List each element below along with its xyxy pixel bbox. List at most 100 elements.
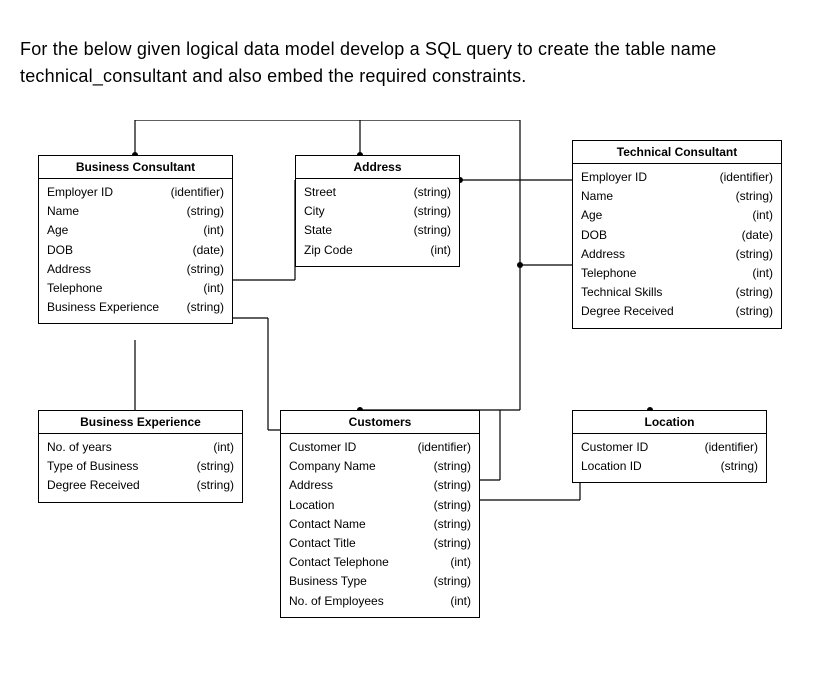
entity-technical-consultant: Technical Consultant Employer ID (identif… — [572, 140, 782, 329]
attr-row: Degree Received (string) — [581, 302, 773, 321]
attr-name: Contact Name — [289, 515, 366, 534]
attr-type: (int) — [203, 221, 224, 240]
attr-type: (date) — [742, 226, 773, 245]
attr-row: Street (string) — [304, 183, 451, 202]
attr-row: Business Type (string) — [289, 572, 471, 591]
attr-name: Employer ID — [581, 168, 647, 187]
attr-name: No. of years — [47, 438, 112, 457]
attr-name: DOB — [47, 241, 73, 260]
question-prompt: For the below given logical data model d… — [20, 36, 802, 90]
attr-type: (string) — [434, 457, 471, 476]
attr-row: Type of Business(string) — [47, 457, 234, 476]
attr-row: Telephone (int) — [581, 264, 773, 283]
attr-type: (string) — [736, 302, 773, 321]
attr-row: No. of years(int) — [47, 438, 234, 457]
attr-type: (identifier) — [720, 168, 773, 187]
attr-type: (int) — [430, 241, 451, 260]
entity-title: Location — [573, 411, 766, 434]
attr-type: (string) — [736, 283, 773, 302]
entity-address: Address Street (string) City(string) Stat… — [295, 155, 460, 267]
attr-row: Contact Telephone (int) — [289, 553, 471, 572]
attr-row: DOB(date) — [47, 241, 224, 260]
attr-type: (string) — [736, 187, 773, 206]
attr-name: Address — [581, 245, 625, 264]
attr-name: Contact Telephone — [289, 553, 389, 572]
entity-customers: Customers Customer ID (identifier) Compan… — [280, 410, 480, 618]
entity-business-consultant: Business Consultant Employer ID (identifi… — [38, 155, 233, 324]
attr-row: Employer ID (identifier) — [581, 168, 773, 187]
attr-row: Technical Skills (string) — [581, 283, 773, 302]
attr-row: DOB (date) — [581, 226, 773, 245]
attr-name: Location ID — [581, 457, 642, 476]
attr-name: Type of Business — [47, 457, 138, 476]
attr-row: State (string) — [304, 221, 451, 240]
attr-row: Name(string) — [581, 187, 773, 206]
entity-title: Address — [296, 156, 459, 179]
attr-name: No. of Employees — [289, 592, 384, 611]
entity-title: Business Experience — [39, 411, 242, 434]
attr-type: (string) — [736, 245, 773, 264]
attr-name: Customer ID — [581, 438, 648, 457]
attr-name: Address — [47, 260, 91, 279]
entity-location: Location Customer ID (identifier) Locatio… — [572, 410, 767, 483]
attr-name: Degree Received — [47, 476, 140, 495]
attr-type: (int) — [450, 553, 471, 572]
attr-name: Street — [304, 183, 336, 202]
attr-row: Business Experience (string) — [47, 298, 224, 317]
attr-name: Telephone — [47, 279, 102, 298]
attr-row: Company Name(string) — [289, 457, 471, 476]
entity-attrs: Customer ID (identifier) Location ID (stri… — [573, 434, 766, 482]
attr-type: (int) — [752, 264, 773, 283]
attr-name: Age — [581, 206, 602, 225]
attr-type: (int) — [450, 592, 471, 611]
attr-name: Degree Received — [581, 302, 674, 321]
entity-attrs: No. of years(int) Type of Business(strin… — [39, 434, 242, 502]
attr-type: (string) — [434, 496, 471, 515]
attr-row: Name(string) — [47, 202, 224, 221]
attr-row: Zip Code (int) — [304, 241, 451, 260]
attr-row: Age(int) — [47, 221, 224, 240]
entity-attrs: Employer ID(identifier) Name(string) Age… — [39, 179, 232, 323]
attr-name: DOB — [581, 226, 607, 245]
attr-type: (identifier) — [705, 438, 758, 457]
attr-type: (string) — [197, 476, 234, 495]
attr-type: (identifier) — [418, 438, 471, 457]
attr-row: City(string) — [304, 202, 451, 221]
attr-type: (int) — [752, 206, 773, 225]
entity-title: Customers — [281, 411, 479, 434]
attr-row: Address (string) — [289, 476, 471, 495]
attr-name: Business Experience — [47, 298, 159, 317]
attr-type: (string) — [721, 457, 758, 476]
attr-name: Name — [47, 202, 79, 221]
attr-type: (string) — [434, 515, 471, 534]
attr-row: Telephone(int) — [47, 279, 224, 298]
attr-type: (string) — [414, 183, 451, 202]
entity-title: Technical Consultant — [573, 141, 781, 164]
attr-name: Technical Skills — [581, 283, 662, 302]
attr-name: Employer ID — [47, 183, 113, 202]
attr-name: Location — [289, 496, 334, 515]
attr-row: Degree Received (string) — [47, 476, 234, 495]
attr-row: Contact Name (string) — [289, 515, 471, 534]
entity-attrs: Street (string) City(string) State (string… — [296, 179, 459, 266]
attr-name: Contact Title — [289, 534, 356, 553]
entity-title: Business Consultant — [39, 156, 232, 179]
attr-name: State — [304, 221, 332, 240]
attr-name: Business Type — [289, 572, 367, 591]
attr-row: Contact Title(string) — [289, 534, 471, 553]
attr-name: Address — [289, 476, 333, 495]
attr-name: Zip Code — [304, 241, 353, 260]
attr-type: (string) — [434, 572, 471, 591]
attr-type: (string) — [434, 476, 471, 495]
entity-attrs: Employer ID (identifier) Name(string) Age… — [573, 164, 781, 328]
attr-type: (identifier) — [171, 183, 224, 202]
attr-row: Location (string) — [289, 496, 471, 515]
attr-type: (string) — [187, 298, 224, 317]
attr-row: Customer ID (identifier) — [289, 438, 471, 457]
attr-type: (string) — [187, 260, 224, 279]
attr-row: Customer ID (identifier) — [581, 438, 758, 457]
entity-business-experience: Business Experience No. of years(int) Ty… — [38, 410, 243, 503]
attr-name: Customer ID — [289, 438, 356, 457]
attr-name: Telephone — [581, 264, 636, 283]
attr-type: (string) — [414, 221, 451, 240]
